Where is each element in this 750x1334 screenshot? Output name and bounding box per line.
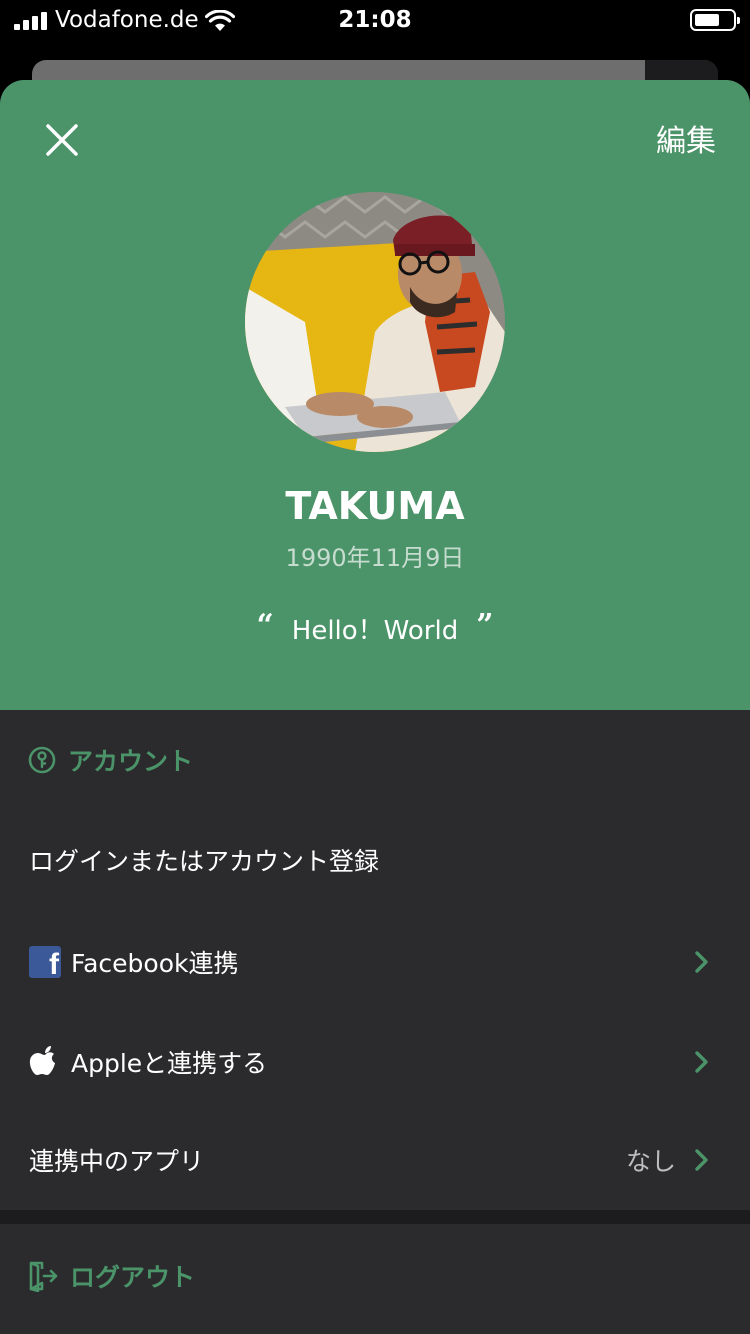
clock: 21:08: [338, 7, 412, 33]
chevron-right-icon: [695, 1051, 708, 1073]
status-bar: Vodafone.de 21:08: [0, 0, 750, 44]
chevron-right-icon: [695, 951, 708, 973]
edit-button[interactable]: 編集: [656, 116, 716, 160]
logout-button[interactable]: ログアウト: [28, 1256, 195, 1296]
section-divider: [0, 1210, 750, 1224]
status-message-text: Hello！World: [291, 616, 459, 646]
chevron-right-icon: [695, 1149, 708, 1171]
open-quote-icon: “: [256, 608, 274, 643]
profile-status-message: “ Hello！World ”: [0, 608, 750, 647]
linked-apps-value: なし: [625, 1147, 676, 1176]
apple-link-label: Appleと連携する: [71, 1049, 268, 1078]
battery-icon: [690, 9, 740, 31]
avatar[interactable]: [245, 192, 505, 452]
key-icon: [28, 746, 56, 774]
account-section-header: アカウント: [28, 740, 193, 780]
facebook-link-row[interactable]: f Facebook連携: [0, 932, 750, 992]
linked-apps-row[interactable]: 連携中のアプリ なし: [0, 1130, 750, 1190]
logout-label: ログアウト: [70, 1263, 196, 1292]
close-icon: [46, 124, 78, 156]
profile-birthday: 1990年11月9日: [285, 544, 465, 572]
close-button[interactable]: [38, 116, 86, 164]
apple-link-row[interactable]: Appleと連携する: [0, 1032, 750, 1092]
login-label: ログインまたはアカウント登録: [29, 847, 380, 876]
profile-header: 編集 TAKUMA 1990年11月9日 “ Hello！World ”: [0, 80, 750, 710]
facebook-link-label: Facebook連携: [71, 949, 239, 978]
account-section-title: アカウント: [68, 747, 194, 776]
apple-icon: [29, 1046, 55, 1075]
close-quote-icon: ”: [476, 608, 494, 643]
facebook-icon: f: [29, 946, 61, 978]
logout-icon: [29, 1261, 58, 1292]
profile-modal: 編集 TAKUMA 1990年11月9日 “ Hello！World ” アカウ…: [0, 80, 750, 1334]
avatar-image: [245, 192, 505, 452]
profile-name: TAKUMA: [285, 484, 465, 528]
login-row[interactable]: ログインまたはアカウント登録: [0, 830, 750, 890]
linked-apps-label: 連携中のアプリ: [29, 1147, 205, 1176]
